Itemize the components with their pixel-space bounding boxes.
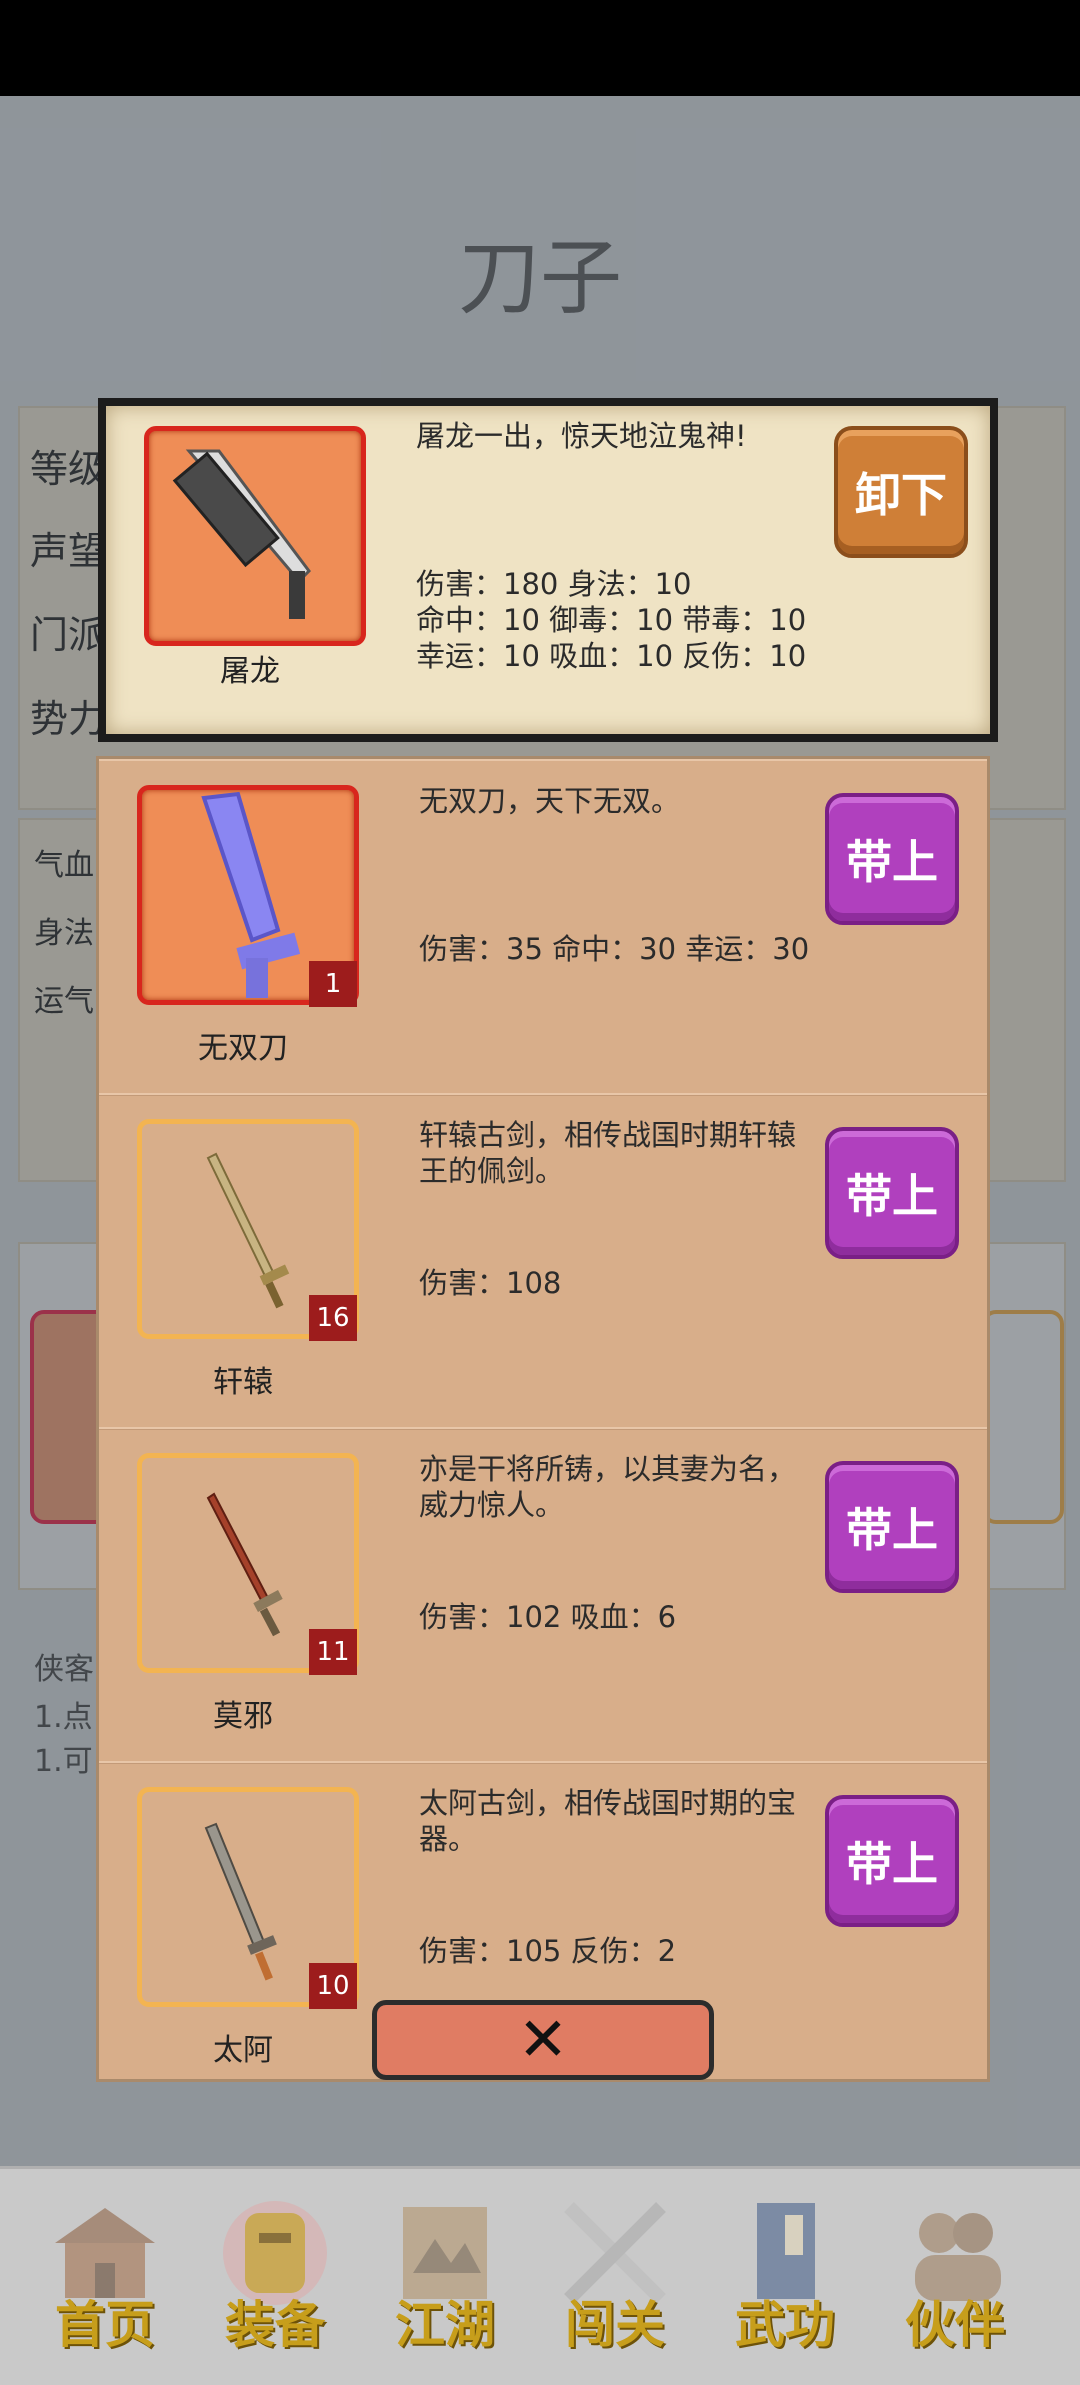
item-count-badge: 10 <box>309 1963 357 2009</box>
item-count-badge: 1 <box>309 961 357 1007</box>
nav-item-challenge[interactable]: 闯关 <box>540 2183 690 2373</box>
item-name: 轩辕 <box>213 1365 273 1400</box>
list-item[interactable]: 16 轩辕 轩辕古剑，相传战国时期轩辕王的佩剑。 伤害：108 带上 <box>99 1093 987 1430</box>
item-stats: 伤害：105 反伤：2 <box>419 1934 677 1968</box>
close-button[interactable]: ✕ <box>372 2000 714 2080</box>
equip-button[interactable]: 带上 <box>825 1795 959 1927</box>
equipped-item-description: 屠龙一出，惊天地泣鬼神! <box>416 419 747 453</box>
nav-label-challenge: 闯关 <box>565 2295 665 2354</box>
nav-label-equipment: 装备 <box>225 2295 325 2354</box>
nav-label-partners: 伙伴 <box>905 2295 1005 2354</box>
unequip-button[interactable]: 卸下 <box>834 426 968 558</box>
nav-item-partners[interactable]: 伙伴 <box>880 2183 1030 2373</box>
item-count-badge: 11 <box>309 1629 357 1675</box>
equip-button[interactable]: 带上 <box>825 793 959 925</box>
item-stats: 伤害：35 命中：30 幸运：30 <box>419 932 810 966</box>
equipped-item-stats-3: 幸运：10 吸血：10 反伤：10 <box>416 639 807 673</box>
item-name: 莫邪 <box>213 1699 273 1734</box>
list-item[interactable]: 1 无双刀 无双刀，天下无双。 伤害：35 命中：30 幸运：30 带上 <box>99 759 987 1096</box>
nav-label-jianghu: 江湖 <box>395 2295 495 2354</box>
equipped-item-stats-2: 命中：10 御毒：10 带毒：10 <box>416 603 807 637</box>
equip-button[interactable]: 带上 <box>825 1127 959 1259</box>
nav-item-jianghu[interactable]: 江湖 <box>370 2183 520 2373</box>
item-stats: 伤害：108 <box>419 1266 562 1300</box>
item-name: 太阿 <box>213 2033 273 2068</box>
equipped-item-stats-1: 伤害：180 身法：10 <box>416 567 692 601</box>
dragon-slayer-blade-icon <box>172 449 311 619</box>
weapon-list[interactable]: 1 无双刀 无双刀，天下无双。 伤害：35 命中：30 幸运：30 带上 16 … <box>96 756 990 2082</box>
item-description: 亦是干将所铸，以其妻为名，威力惊人。 <box>419 1452 797 1522</box>
item-stats: 伤害：102 吸血：6 <box>419 1600 677 1634</box>
item-count-badge: 16 <box>309 1295 357 1341</box>
item-description: 太阿古剑，相传战国时期的宝器。 <box>419 1786 797 1856</box>
close-icon: ✕ <box>517 2005 569 2075</box>
equipped-item-card: 屠龙 屠龙一出，惊天地泣鬼神! 伤害：180 身法：10 命中：10 御毒：10… <box>98 398 998 742</box>
item-description: 轩辕古剑，相传战国时期轩辕王的佩剑。 <box>419 1118 797 1188</box>
nav-label-home: 首页 <box>55 2295 155 2354</box>
list-item[interactable]: 11 莫邪 亦是干将所铸，以其妻为名，威力惊人。 伤害：102 吸血：6 带上 <box>99 1427 987 1764</box>
bottom-nav: 首页 装备 江湖 闯关 武功 伙伴 <box>0 2166 1080 2385</box>
nav-item-equipment[interactable]: 装备 <box>200 2183 350 2373</box>
item-description: 无双刀，天下无双。 <box>419 784 681 818</box>
nav-label-martial-arts: 武功 <box>735 2295 835 2354</box>
equipped-item-icon-frame <box>144 426 366 646</box>
nav-item-martial-arts[interactable]: 武功 <box>710 2183 860 2373</box>
nav-item-home[interactable]: 首页 <box>30 2183 180 2373</box>
equip-button[interactable]: 带上 <box>825 1461 959 1593</box>
app-screen: 刀子 等级 声望 门派 势力：魔教 气血 身法 运气 侠客 1.点 1.可 屠龙… <box>0 96 1080 2385</box>
equipped-item-name: 屠龙 <box>220 654 280 689</box>
item-name: 无双刀 <box>198 1031 288 1066</box>
